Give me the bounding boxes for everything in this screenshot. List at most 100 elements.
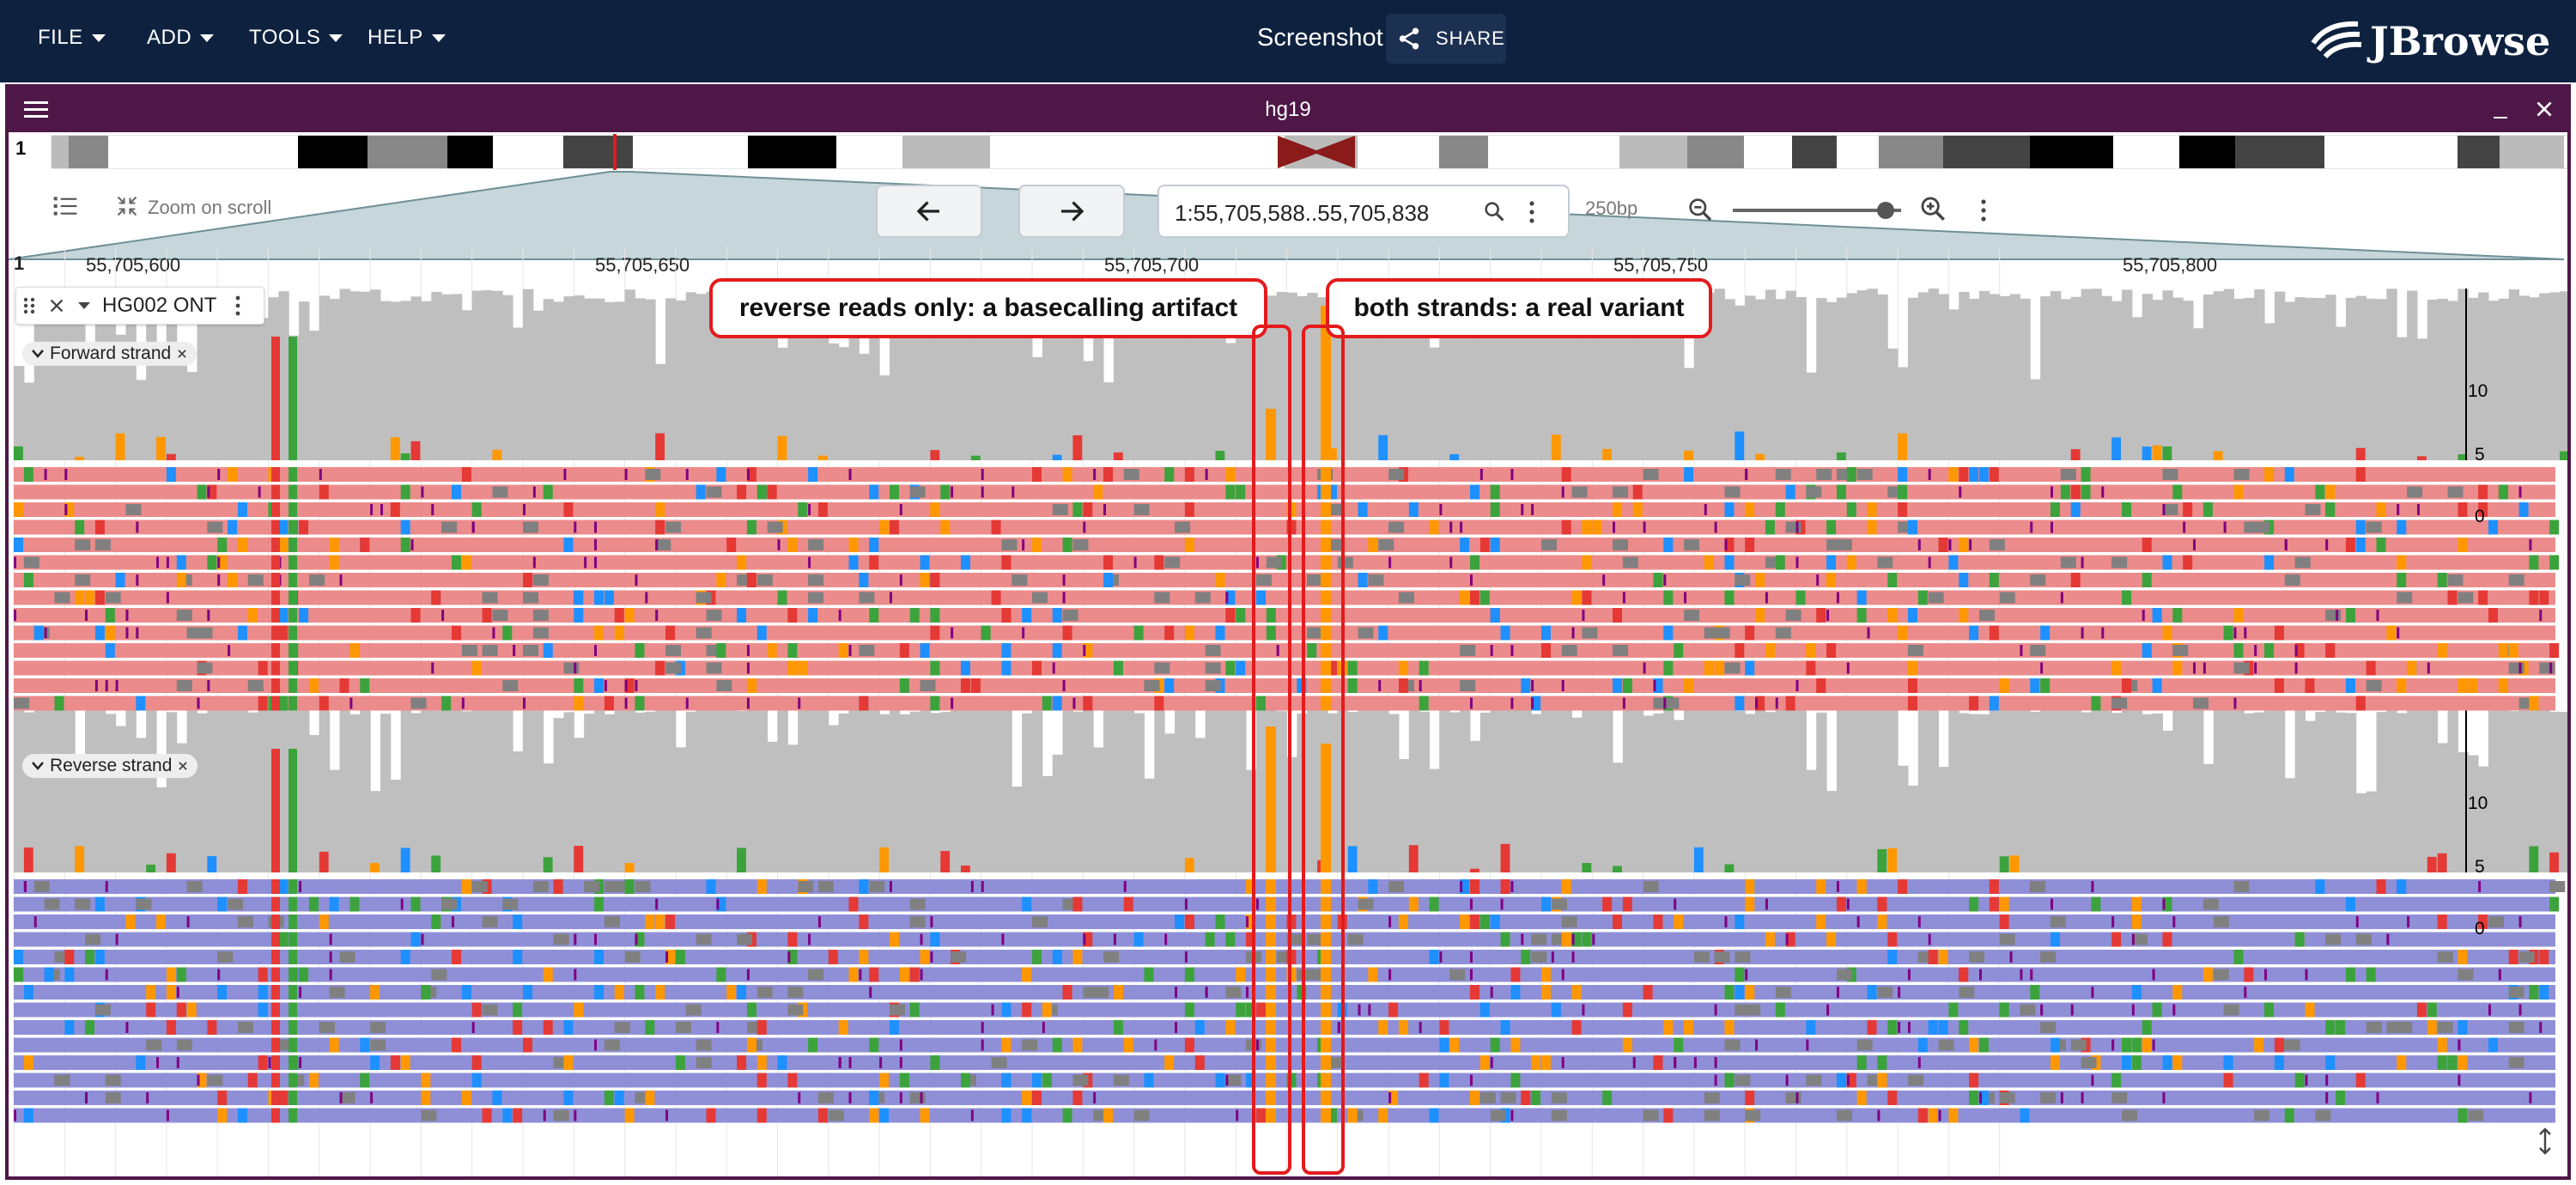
pan-right-button[interactable] bbox=[1018, 185, 1125, 238]
mismatch bbox=[624, 879, 635, 894]
deletion bbox=[1388, 469, 1405, 480]
mismatch bbox=[1613, 915, 1623, 929]
session-name[interactable]: Screenshot bbox=[1257, 24, 1383, 52]
track-label[interactable]: HG002 ONT bbox=[15, 287, 264, 325]
insertion bbox=[370, 504, 374, 515]
close-icon[interactable] bbox=[177, 760, 189, 772]
mismatch bbox=[574, 590, 584, 605]
deletion bbox=[1745, 1109, 1761, 1121]
mismatch bbox=[2274, 678, 2284, 693]
zoom-out-icon[interactable] bbox=[1686, 196, 1714, 223]
close-icon[interactable] bbox=[176, 348, 188, 360]
coverage-bar bbox=[848, 706, 860, 872]
mismatch bbox=[1541, 985, 1551, 1000]
search-icon[interactable] bbox=[1482, 199, 1506, 223]
track-menu-icon[interactable] bbox=[234, 295, 242, 317]
help-menu[interactable]: HELP bbox=[368, 26, 446, 50]
insertion bbox=[329, 933, 332, 945]
insertion bbox=[421, 486, 424, 498]
insertion bbox=[1012, 486, 1015, 498]
mismatch bbox=[2091, 696, 2101, 711]
coverage-bar bbox=[502, 295, 513, 460]
coverage-mismatch bbox=[817, 455, 828, 460]
deletion bbox=[1735, 574, 1751, 586]
mismatch bbox=[289, 573, 297, 587]
mismatch bbox=[1398, 678, 1408, 693]
insertion bbox=[1663, 574, 1667, 586]
deletion bbox=[339, 951, 355, 963]
insertion bbox=[2172, 1004, 2176, 1016]
ideogram-band bbox=[902, 136, 990, 168]
coverage-bar bbox=[2070, 296, 2082, 460]
chevron-down-icon[interactable] bbox=[76, 300, 92, 312]
deletion bbox=[1541, 539, 1557, 550]
coverage-bar bbox=[329, 769, 341, 872]
share-button[interactable]: SHARE bbox=[1386, 14, 1506, 64]
insertion bbox=[1704, 504, 1707, 515]
insertion bbox=[299, 881, 302, 892]
file-menu[interactable]: FILE bbox=[38, 26, 106, 50]
coverage-bar bbox=[1052, 754, 1064, 872]
coverage-bar bbox=[2345, 713, 2357, 872]
insertion bbox=[1236, 1109, 1239, 1121]
mismatch bbox=[136, 696, 146, 711]
insertion bbox=[2355, 916, 2359, 927]
zoom-on-scroll-icon[interactable] bbox=[115, 194, 139, 218]
tools-menu[interactable]: TOOLS bbox=[249, 26, 343, 50]
mismatch bbox=[513, 1002, 523, 1018]
mismatch bbox=[869, 1091, 879, 1105]
mismatch bbox=[2376, 502, 2386, 517]
location-search-box[interactable]: 1:55,705,588..55,705,838 bbox=[1157, 185, 1570, 238]
zoom-slider[interactable] bbox=[1729, 198, 1910, 223]
mismatch bbox=[299, 967, 309, 982]
mismatch bbox=[471, 502, 482, 517]
track-selector-icon[interactable] bbox=[52, 192, 79, 220]
insertion bbox=[635, 933, 638, 945]
location-input[interactable]: 1:55,705,588..55,705,838 bbox=[1175, 200, 1429, 227]
coverage-bar bbox=[1419, 711, 1431, 872]
minimize-icon[interactable] bbox=[2490, 101, 2511, 122]
deletion bbox=[308, 574, 325, 586]
insertion bbox=[594, 539, 598, 550]
add-menu[interactable]: ADD bbox=[147, 26, 215, 50]
pan-left-button[interactable] bbox=[876, 185, 982, 238]
coverage-bar bbox=[410, 296, 422, 460]
insertion bbox=[1083, 933, 1086, 945]
forward-strand-chip[interactable]: Forward strand bbox=[22, 342, 197, 366]
mismatch bbox=[808, 608, 818, 623]
close-track-icon[interactable] bbox=[47, 296, 66, 315]
ideogram-band bbox=[2113, 136, 2179, 168]
coverage-bar bbox=[1745, 714, 1756, 872]
deletion bbox=[706, 662, 722, 674]
mismatch bbox=[523, 1037, 532, 1053]
coverage-bar bbox=[492, 290, 503, 460]
mismatch bbox=[645, 915, 655, 929]
insertion bbox=[400, 898, 404, 910]
drag-handle-icon[interactable] bbox=[21, 295, 37, 316]
mismatch bbox=[115, 573, 125, 587]
mismatch bbox=[2060, 484, 2070, 500]
deletion bbox=[1775, 987, 1791, 998]
deletion bbox=[1205, 662, 1221, 674]
coverage-bar bbox=[2030, 711, 2041, 872]
insertion bbox=[838, 610, 841, 621]
more-vert-icon[interactable] bbox=[1527, 199, 1537, 225]
coverage-mismatch bbox=[1898, 433, 1907, 460]
view-more-icon[interactable] bbox=[1978, 198, 1989, 223]
coverage-bar bbox=[329, 299, 341, 460]
zoom-in-icon[interactable] bbox=[1918, 194, 1947, 223]
mismatch bbox=[543, 484, 553, 500]
mismatch bbox=[2355, 1073, 2366, 1088]
zoom-on-scroll-label[interactable]: Zoom on scroll bbox=[148, 197, 271, 219]
coverage-bar bbox=[2202, 294, 2215, 460]
insertion bbox=[970, 881, 974, 892]
coverage-bar bbox=[186, 372, 197, 460]
resize-height-icon[interactable] bbox=[2535, 1127, 2555, 1156]
reverse-strand-chip[interactable]: Reverse strand bbox=[22, 754, 198, 778]
deletion bbox=[176, 1039, 192, 1051]
insertion bbox=[746, 469, 750, 480]
mismatch bbox=[2142, 573, 2152, 587]
mismatch bbox=[1429, 950, 1439, 964]
close-icon[interactable] bbox=[2533, 98, 2555, 120]
deletion bbox=[2070, 1039, 2087, 1051]
